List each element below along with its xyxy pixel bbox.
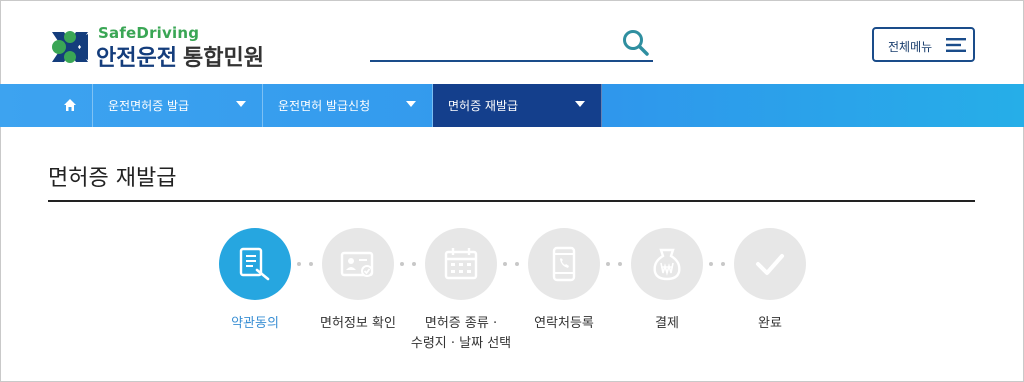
step-circle (425, 228, 497, 300)
step-select-options: 면허증 종류 · 수령지 · 날짜 선택 (411, 228, 511, 368)
phone-icon (552, 246, 576, 282)
step-connector (709, 262, 729, 266)
site-logo[interactable]: SafeDriving 안전운전 통합민원 (48, 24, 288, 72)
nav-item-license-issue[interactable]: 운전면허증 발급 (93, 84, 263, 127)
main-nav: 운전면허증 발급 운전면허 발급신청 면허증 재발급 (0, 84, 1024, 127)
step-connector (503, 262, 523, 266)
document-icon (239, 247, 270, 281)
logo-title-suffix: 통합민원 (182, 46, 264, 71)
home-icon (64, 99, 76, 111)
search-input[interactable] (370, 30, 610, 56)
calendar-icon (444, 248, 478, 280)
step-circle (219, 228, 291, 300)
step-contact-registration: 연락처등록 (528, 228, 600, 368)
nav-home-button[interactable] (48, 84, 93, 127)
nav-item-label: 운전면허 발급신청 (278, 99, 371, 113)
page-title: 면허증 재발급 (48, 166, 177, 191)
logo-title-main: 안전운전 (96, 46, 177, 71)
payment-icon (653, 248, 681, 281)
step-payment: 결제 (631, 228, 703, 368)
step-circle (322, 228, 394, 300)
step-connector (400, 262, 420, 266)
title-divider (48, 200, 975, 202)
step-complete: 완료 (734, 228, 806, 368)
step-license-info: 면허정보 확인 (320, 228, 396, 368)
step-terms-agreement: 약관동의 (219, 228, 291, 368)
id-card-icon (340, 251, 374, 277)
nav-item-label: 면허증 재발급 (448, 99, 519, 113)
step-connector (606, 262, 626, 266)
hamburger-icon (946, 38, 966, 52)
step-connector (297, 262, 317, 266)
all-menu-button[interactable]: 전체메뉴 (872, 27, 975, 62)
all-menu-label: 전체메뉴 (888, 40, 933, 54)
chevron-down-icon (575, 101, 585, 107)
step-circle (528, 228, 600, 300)
step-circle (734, 228, 806, 300)
search-button[interactable] (621, 28, 651, 58)
step-label: 완료 (758, 316, 782, 331)
nav-item-license-application[interactable]: 운전면허 발급신청 (263, 84, 433, 127)
search-bar (370, 26, 653, 62)
step-circle (631, 228, 703, 300)
header: SafeDriving 안전운전 통합민원 전체메뉴 (0, 0, 1024, 84)
logo-mark-icon (52, 31, 88, 63)
logo-title: 안전운전 통합민원 (96, 40, 264, 72)
search-icon (623, 30, 649, 56)
chevron-down-icon (236, 101, 246, 107)
chevron-down-icon (406, 101, 416, 107)
nav-item-reissue[interactable]: 면허증 재발급 (433, 84, 602, 127)
nav-item-label: 운전면허증 발급 (108, 99, 190, 113)
check-icon (756, 254, 784, 275)
